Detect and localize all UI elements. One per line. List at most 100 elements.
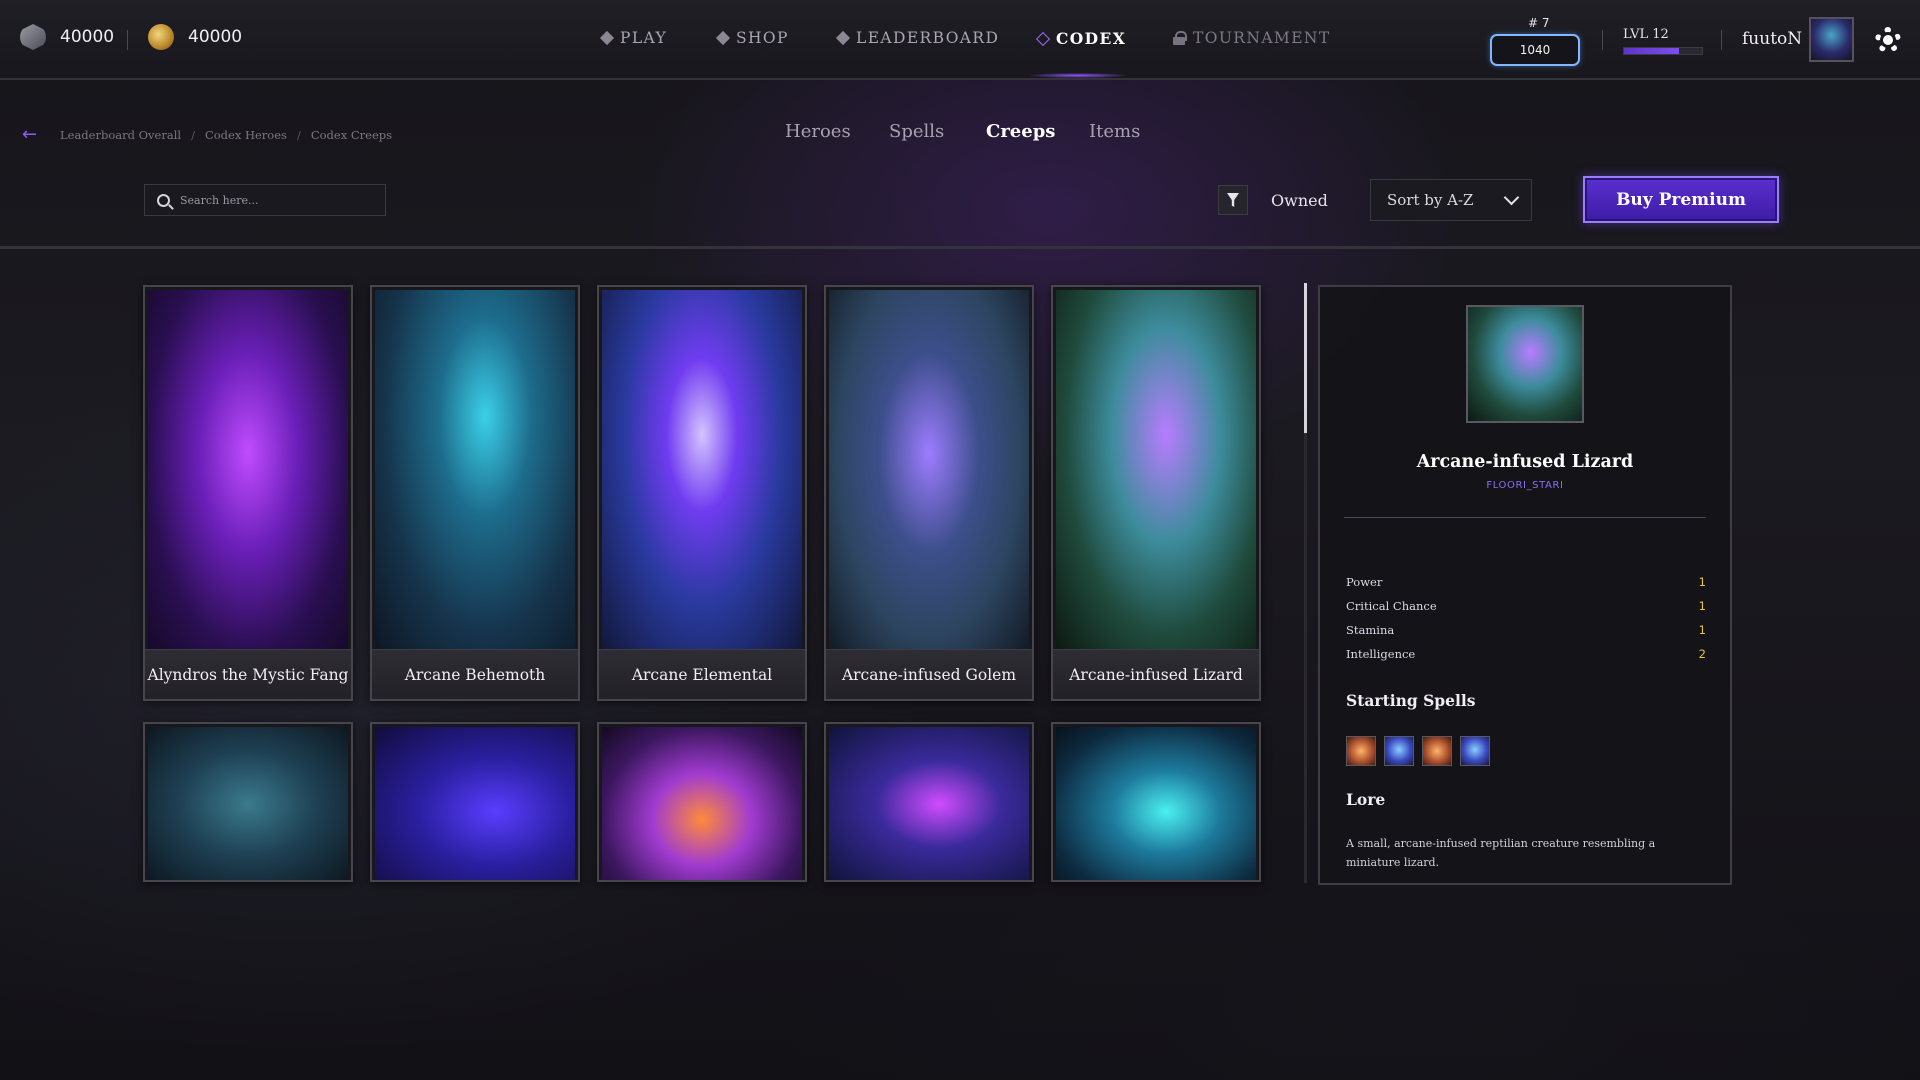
- silver-currency: 40000: [20, 24, 114, 50]
- creep-art: [602, 727, 802, 880]
- sort-dropdown-value: Sort by A-Z: [1387, 191, 1474, 209]
- tab-items[interactable]: Items: [1089, 121, 1140, 142]
- diamond-icon: [599, 30, 615, 46]
- search-box: [144, 184, 386, 216]
- nav-tournament-label: TOURNAMENT: [1193, 29, 1331, 47]
- stat-label: Intelligence: [1346, 647, 1416, 661]
- grid-scrollbar-thumb[interactable]: [1304, 283, 1307, 433]
- stat-row: Intelligence 2: [1346, 647, 1706, 661]
- breadcrumb-item[interactable]: Leaderboard Overall: [60, 128, 181, 142]
- creep-name: Arcane Behemoth: [372, 649, 578, 699]
- creep-name: Arcane-infused Golem: [826, 649, 1032, 699]
- nav-tournament[interactable]: TOURNAMENT: [1173, 29, 1331, 47]
- nav-leaderboard[interactable]: LEADERBOARD: [835, 29, 1000, 47]
- diamond-outline-icon: [1035, 31, 1051, 46]
- breadcrumb: Leaderboard Overall / Codex Heroes / Cod…: [60, 128, 392, 142]
- chevron-down-icon: [1503, 189, 1520, 205]
- ice-mage-spell-icon[interactable]: [1460, 736, 1490, 766]
- diamond-icon: [835, 30, 851, 46]
- lore-text: A small, arcane-infused reptilian creatu…: [1346, 837, 1656, 869]
- creep-art: [1056, 727, 1256, 880]
- tab-creeps[interactable]: Creeps: [986, 121, 1055, 142]
- stat-label: Stamina: [1346, 623, 1395, 637]
- top-bar: 40000 40000 PLAY SHOP LEADERBOARD CODEX …: [0, 0, 1920, 80]
- creep-card[interactable]: [143, 722, 353, 882]
- lock-icon: [1173, 31, 1187, 45]
- stat-value: 1: [1698, 599, 1706, 613]
- creep-art: [375, 727, 575, 880]
- creep-art: [375, 290, 575, 652]
- nav-shop[interactable]: SHOP: [715, 29, 789, 47]
- creep-art: [1056, 290, 1256, 652]
- tab-spells[interactable]: Spells: [889, 121, 944, 142]
- creep-card[interactable]: [597, 722, 807, 882]
- creep-name: Arcane Elemental: [599, 649, 805, 699]
- stat-row: Power 1: [1346, 575, 1706, 589]
- creep-detail-panel: Arcane-infused Lizard FLOORI_STARI Power…: [1318, 285, 1732, 885]
- nav-play-label: PLAY: [620, 29, 668, 47]
- lore-heading: Lore: [1346, 790, 1386, 809]
- creep-art: [829, 727, 1029, 880]
- gold-coin-icon: [148, 24, 174, 50]
- nav-play[interactable]: PLAY: [599, 29, 668, 47]
- owned-filter-label[interactable]: Owned: [1271, 191, 1328, 210]
- stat-label: Critical Chance: [1346, 599, 1437, 613]
- creep-card-selected[interactable]: Arcane-infused Lizard: [1051, 285, 1261, 701]
- silver-gem-icon: [20, 24, 46, 50]
- breadcrumb-item[interactable]: Codex Heroes: [205, 128, 287, 142]
- filter-button[interactable]: [1218, 185, 1248, 215]
- breadcrumb-separator: /: [191, 128, 195, 142]
- creep-art: [148, 727, 348, 880]
- nav-shop-label: SHOP: [736, 29, 789, 47]
- level-label: LVL 12: [1623, 27, 1669, 42]
- sort-dropdown[interactable]: Sort by A-Z: [1370, 179, 1532, 221]
- creep-card[interactable]: Alyndros the Mystic Fang: [143, 285, 353, 701]
- currency-divider: [127, 30, 128, 50]
- creep-art: [148, 290, 348, 652]
- gold-currency: 40000: [148, 24, 242, 50]
- username[interactable]: fuutoN: [1742, 29, 1802, 49]
- creep-card[interactable]: Arcane Elemental: [597, 285, 807, 701]
- stat-value: 2: [1698, 647, 1706, 661]
- fire-fist-spell-icon[interactable]: [1422, 736, 1452, 766]
- nav-codex-label: CODEX: [1056, 29, 1127, 48]
- detail-divider: [1344, 517, 1706, 518]
- header-divider: [0, 246, 1920, 249]
- fire-fist-spell-icon[interactable]: [1346, 736, 1376, 766]
- xp-bar: [1623, 47, 1703, 55]
- nav-codex[interactable]: CODEX: [1035, 29, 1127, 48]
- nav-leaderboard-label: LEADERBOARD: [856, 29, 1000, 47]
- avatar[interactable]: [1809, 17, 1854, 62]
- stat-label: Power: [1346, 575, 1383, 589]
- diamond-icon: [715, 30, 731, 46]
- creep-card[interactable]: [370, 722, 580, 882]
- breadcrumb-separator: /: [296, 128, 301, 142]
- stat-value: 1: [1698, 575, 1706, 589]
- xp-bar-fill: [1624, 48, 1679, 54]
- creep-card[interactable]: Arcane Behemoth: [370, 285, 580, 701]
- search-input[interactable]: [180, 193, 370, 207]
- stat-row: Stamina 1: [1346, 623, 1706, 637]
- ice-mage-spell-icon[interactable]: [1384, 736, 1414, 766]
- creep-name: Alyndros the Mystic Fang: [145, 649, 351, 699]
- back-arrow-icon[interactable]: ←: [22, 124, 37, 145]
- stat-row: Critical Chance 1: [1346, 599, 1706, 613]
- profile-divider: [1602, 30, 1603, 50]
- creep-card[interactable]: Arcane-infused Golem: [824, 285, 1034, 701]
- filter-icon: [1227, 193, 1239, 207]
- gear-icon[interactable]: [1875, 27, 1901, 53]
- breadcrumb-item[interactable]: Codex Creeps: [311, 128, 392, 142]
- buy-premium-button[interactable]: Buy Premium: [1583, 176, 1779, 223]
- creep-art: [829, 290, 1029, 652]
- stat-value: 1: [1698, 623, 1706, 637]
- tab-heroes[interactable]: Heroes: [785, 121, 851, 142]
- search-icon: [157, 193, 170, 207]
- nav-active-indicator: [1030, 73, 1126, 78]
- rank-score-badge[interactable]: 1040: [1490, 34, 1580, 66]
- creep-detail-name: Arcane-infused Lizard: [1416, 452, 1634, 472]
- creep-art: [602, 290, 802, 652]
- creep-card[interactable]: [1051, 722, 1261, 882]
- rank-number: # 7: [1528, 16, 1550, 30]
- creep-detail-subtitle: FLOORI_STARI: [1486, 480, 1564, 491]
- creep-card[interactable]: [824, 722, 1034, 882]
